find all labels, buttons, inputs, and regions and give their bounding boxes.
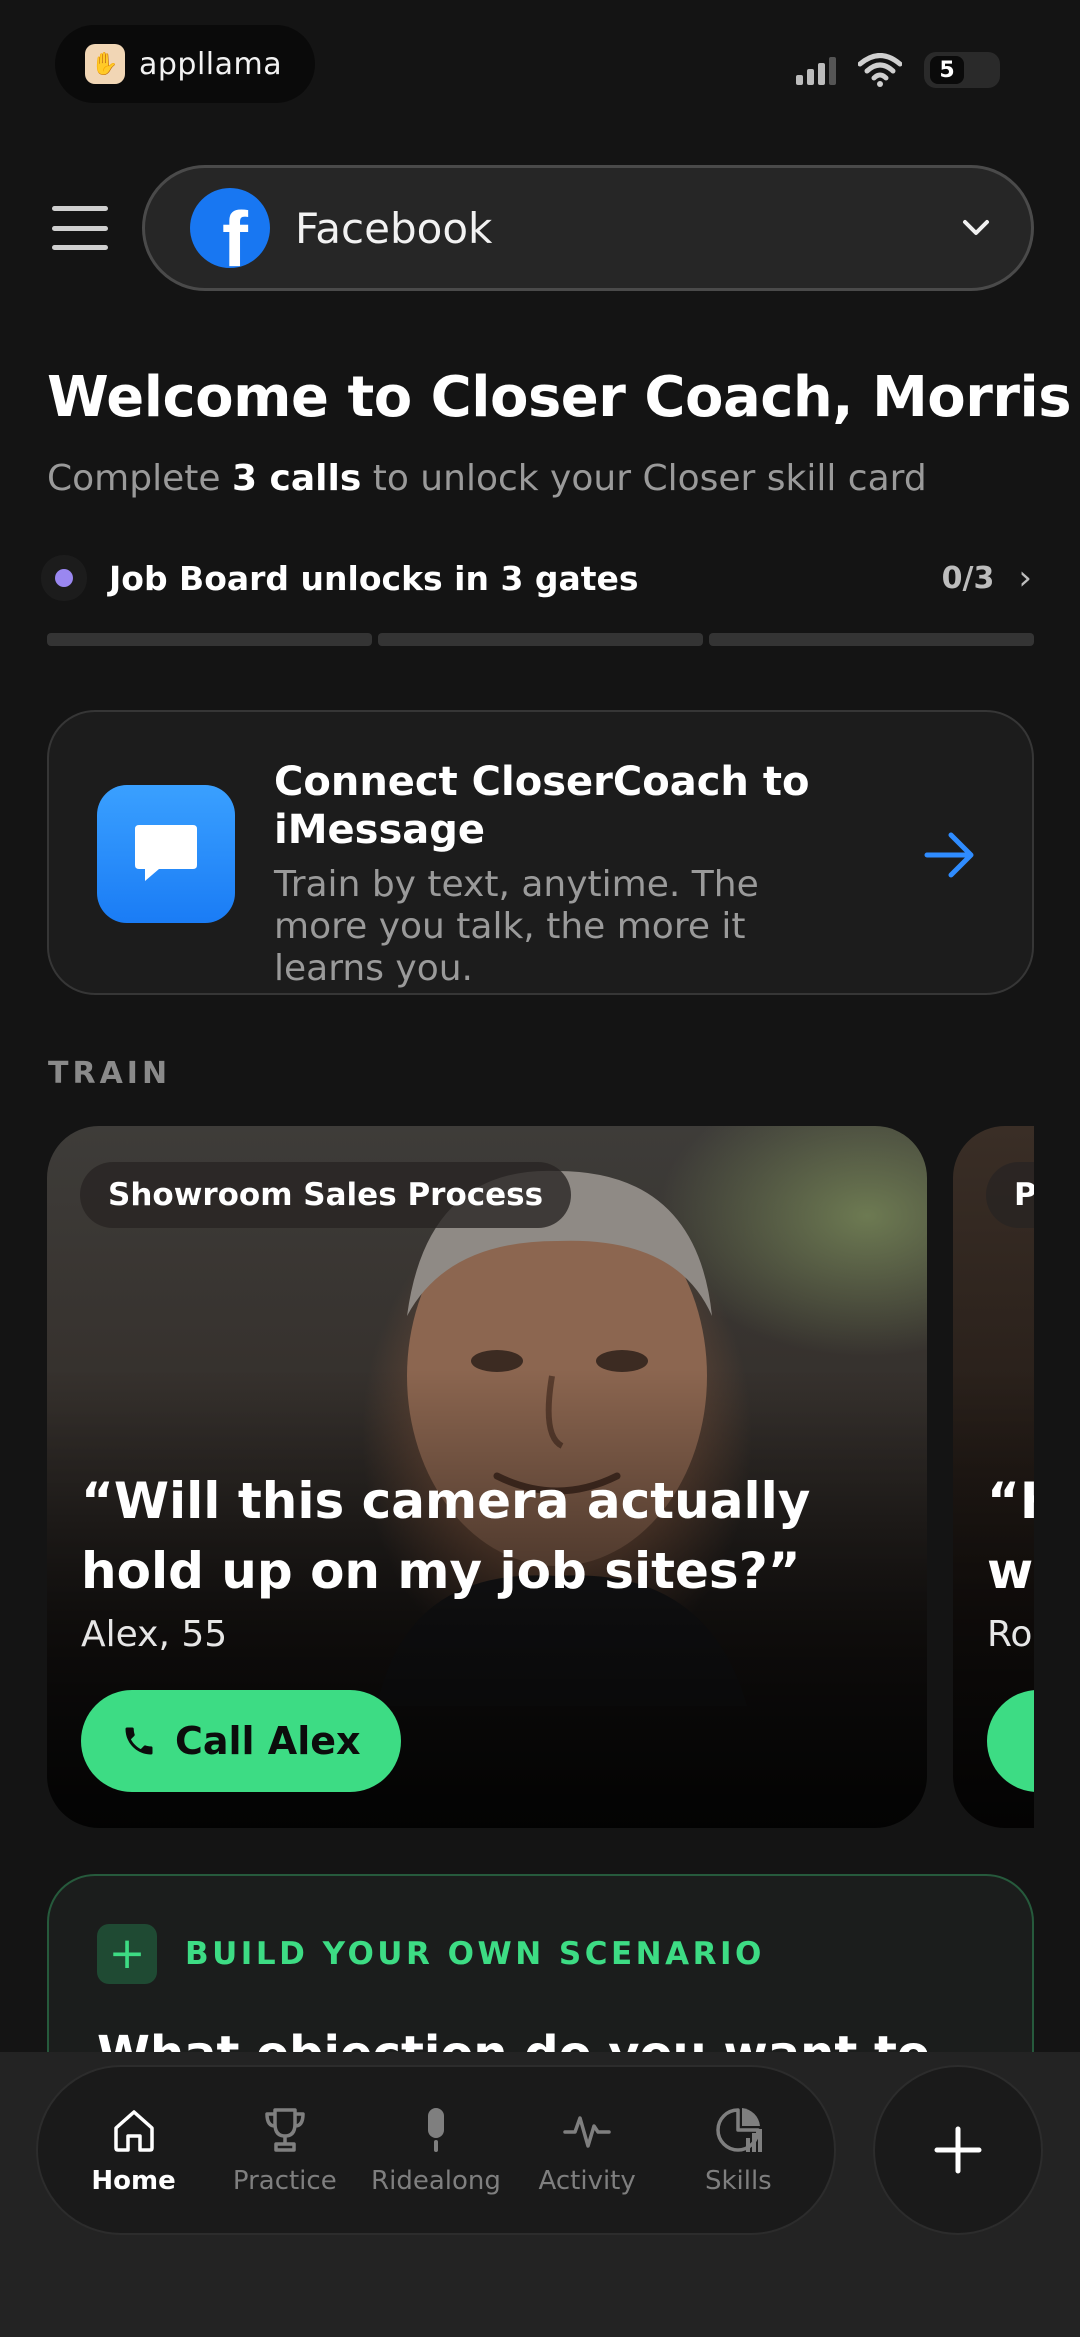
imessage-description: Train by text, anytime. The more you tal… [274, 864, 759, 989]
subtitle-suffix: to unlock your Closer skill card [361, 458, 927, 499]
brand-pill: ✋ appllama [55, 25, 315, 103]
signal-icon [796, 55, 836, 85]
wifi-icon [858, 53, 902, 87]
subtitle-prefix: Complete [47, 458, 232, 499]
connect-imessage-card[interactable]: Connect CloserCoach to iMessage Train by… [47, 710, 1034, 995]
tab-label: Home [91, 2166, 176, 2196]
call-button-label: Call Alex [175, 1719, 361, 1763]
account-name: Facebook [295, 203, 493, 253]
subtitle-calls-count: 3 calls [231, 458, 362, 499]
tab-skills[interactable]: Skills [663, 2104, 813, 2196]
tab-ridealong[interactable]: Ridealong [361, 2104, 511, 2196]
gate-segment [47, 633, 372, 646]
tab-activity[interactable]: Activity [512, 2104, 662, 2196]
skills-chart-icon [716, 2108, 763, 2152]
gates-progress-bar [47, 633, 1034, 646]
scenario-quote: “Will this camera actually hold up on my… [81, 1472, 811, 1600]
battery-icon: 5 [924, 52, 1000, 88]
gates-count: 0/3 [941, 560, 995, 596]
welcome-subtitle: Complete 3 calls to unlock your Closer s… [47, 458, 927, 499]
persona-name-age: Alex, 55 [81, 1614, 228, 1655]
scenario-card[interactable]: P “H w Ro [953, 1126, 1034, 1828]
add-button[interactable] [873, 2065, 1043, 2235]
facebook-icon: f [190, 188, 270, 268]
tab-practice[interactable]: Practice [210, 2104, 360, 2196]
gate-segment [709, 633, 1034, 646]
scenario-quote: “H w [987, 1472, 1034, 1600]
bottom-tab-bar: Home Practice Ridealong Activity Skills [36, 2065, 836, 2235]
plus-icon: + [97, 1924, 157, 1984]
status-bar: ✋ appllama 5 [0, 0, 1080, 130]
activity-icon [563, 2116, 611, 2148]
persona-name-age: Ro [987, 1614, 1033, 1655]
scenario-tag: P [986, 1162, 1034, 1228]
message-bubble-icon [97, 785, 235, 923]
train-section-label: TRAIN [48, 1056, 172, 1091]
tab-label: Skills [704, 2166, 772, 2196]
scenario-carousel[interactable]: Showroom Sales Process “Will this camera… [0, 1126, 1034, 1828]
gate-segment [378, 633, 703, 646]
phone-icon [125, 1727, 153, 1755]
hamburger-menu-button[interactable] [52, 206, 108, 250]
microphone-icon [427, 2108, 444, 2152]
trophy-icon [265, 2108, 305, 2152]
llama-logo-icon: ✋ [85, 44, 125, 84]
scenario-tag: Showroom Sales Process [80, 1162, 572, 1228]
tab-label: Activity [538, 2166, 636, 2196]
gate-status-dot [55, 569, 73, 587]
plus-icon [934, 2126, 982, 2174]
chevron-right-icon: › [1018, 558, 1032, 598]
brand-name: appllama [139, 46, 283, 82]
build-scenario-label: BUILD YOUR OWN SCENARIO [185, 1936, 765, 1972]
account-selector-dropdown[interactable]: f Facebook [142, 165, 1034, 291]
home-icon [113, 2110, 154, 2152]
call-persona-button[interactable]: Call Alex [81, 1690, 401, 1792]
arrow-right-icon [924, 832, 974, 878]
job-board-gates-row[interactable]: Job Board unlocks in 3 gates 0/3 › [47, 548, 1032, 608]
page-title: Welcome to Closer Coach, Morris [47, 365, 1072, 430]
chevron-down-icon [963, 220, 989, 235]
gates-label: Job Board unlocks in 3 gates [109, 558, 639, 598]
tab-home[interactable]: Home [59, 2104, 209, 2196]
tab-label: Ridealong [371, 2166, 501, 2196]
battery-level: 5 [930, 56, 964, 84]
imessage-title: Connect CloserCoach to iMessage [274, 759, 810, 853]
status-icons: 5 [796, 52, 1000, 88]
tab-label: Practice [232, 2166, 337, 2196]
scenario-card[interactable]: Showroom Sales Process “Will this camera… [47, 1126, 927, 1828]
